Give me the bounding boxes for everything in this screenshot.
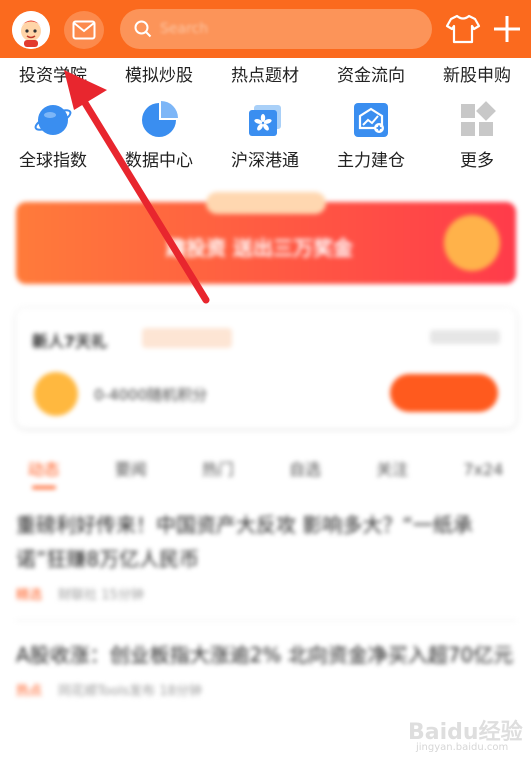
task-card-button[interactable] <box>390 374 498 412</box>
task-card-more[interactable] <box>430 330 500 344</box>
tool-label: 沪深港通 <box>231 151 299 171</box>
tool-label: 全球指数 <box>19 151 87 171</box>
news-item[interactable]: 重磅利好传来！中国资产大反攻 影响多大？“一纸承诺”狂赚8万亿人民币 精选 财联… <box>16 508 516 603</box>
quick-link-ipo-subscription[interactable]: 新股申购 <box>424 58 530 94</box>
globe-icon <box>31 98 75 142</box>
top-bar: Search <box>0 0 531 58</box>
mail-icon[interactable] <box>64 11 104 49</box>
feed-tab[interactable]: 7x24 <box>463 450 503 490</box>
building-chart-icon <box>349 98 393 142</box>
feed-area: 趣投资 送出三万奖金 新人7天礼 0-4000随机积分 动态 要闻 热门 自选 … <box>0 178 531 765</box>
tool-global-index[interactable]: 全球指数 <box>0 98 106 178</box>
tool-more[interactable]: 更多 <box>424 98 530 178</box>
news-meta: 热点 同花顺Tools发布 18分钟 <box>16 680 516 699</box>
quick-link-hot-topics[interactable]: 热点题材 <box>212 58 318 94</box>
news-source: 热点 <box>16 684 43 699</box>
watermark-url: jingyan.baidu.com <box>416 742 509 753</box>
task-card-title: 新人7天礼 <box>32 332 108 351</box>
news-info: 财联社 15分钟 <box>58 588 144 603</box>
quick-link-invest-academy[interactable]: 投资学院 <box>0 58 106 94</box>
task-card-desc: 0-4000随机积分 <box>94 386 208 404</box>
shirt-icon[interactable] <box>445 13 481 45</box>
tool-label: 更多 <box>460 151 494 171</box>
banner-tag <box>206 192 326 214</box>
hk-flag-icon <box>243 98 287 142</box>
task-card-badge <box>142 328 232 348</box>
tool-data-center[interactable]: 数据中心 <box>106 98 212 178</box>
news-info: 同花顺Tools发布 18分钟 <box>58 684 202 699</box>
baidu-watermark: Baidu经验 jingyan.baidu.com <box>404 706 524 756</box>
search-input[interactable]: Search <box>120 9 432 49</box>
pie-chart-icon <box>137 98 181 142</box>
tool-label: 数据中心 <box>125 151 193 171</box>
feed-tab[interactable]: 热门 <box>202 450 234 490</box>
feed-tab[interactable]: 动态 <box>28 450 60 490</box>
search-placeholder: Search <box>160 21 209 37</box>
promo-banner[interactable]: 趣投资 送出三万奖金 <box>16 192 516 284</box>
news-headline: A股收涨：创业板指大涨逾2% 北向资金净买入超70亿元 <box>16 643 514 667</box>
tool-row: 全球指数 数据中心 沪深港通 主力建仓 更多 <box>0 98 531 178</box>
tool-label: 主力建仓 <box>337 151 405 171</box>
active-tab-indicator <box>32 486 56 489</box>
feed-tabs: 动态 要闻 热门 自选 关注 7x24 <box>0 450 531 490</box>
tool-hk-connect[interactable]: 沪深港通 <box>212 98 318 178</box>
news-headline: 重磅利好传来！中国资产大反攻 影响多大？“一纸承诺”狂赚8万亿人民币 <box>16 513 473 571</box>
banner-button[interactable] <box>444 215 500 271</box>
quick-link-capital-flow[interactable]: 资金流向 <box>318 58 424 94</box>
quick-links: 投资学院 模拟炒股 热点题材 资金流向 新股申购 <box>0 58 531 94</box>
news-item[interactable]: A股收涨：创业板指大涨逾2% 北向资金净买入超70亿元 热点 同花顺Tools发… <box>16 638 516 699</box>
tool-main-force-position[interactable]: 主力建仓 <box>318 98 424 178</box>
news-source: 精选 <box>16 588 43 603</box>
divider <box>16 620 516 621</box>
plus-icon[interactable] <box>490 12 524 46</box>
news-meta: 精选 财联社 15分钟 <box>16 584 516 603</box>
avatar[interactable] <box>12 11 50 49</box>
feed-tab[interactable]: 自选 <box>289 450 321 490</box>
search-icon <box>134 20 152 38</box>
feed-tab[interactable]: 要闻 <box>115 450 147 490</box>
banner-text: 趣投资 送出三万奖金 <box>166 236 353 260</box>
feed-tab[interactable]: 关注 <box>376 450 408 490</box>
coin-icon <box>34 372 78 416</box>
quick-link-simulated-trading[interactable]: 模拟炒股 <box>106 58 212 94</box>
task-card: 新人7天礼 0-4000随机积分 <box>16 308 516 428</box>
grid-icon <box>455 98 499 142</box>
